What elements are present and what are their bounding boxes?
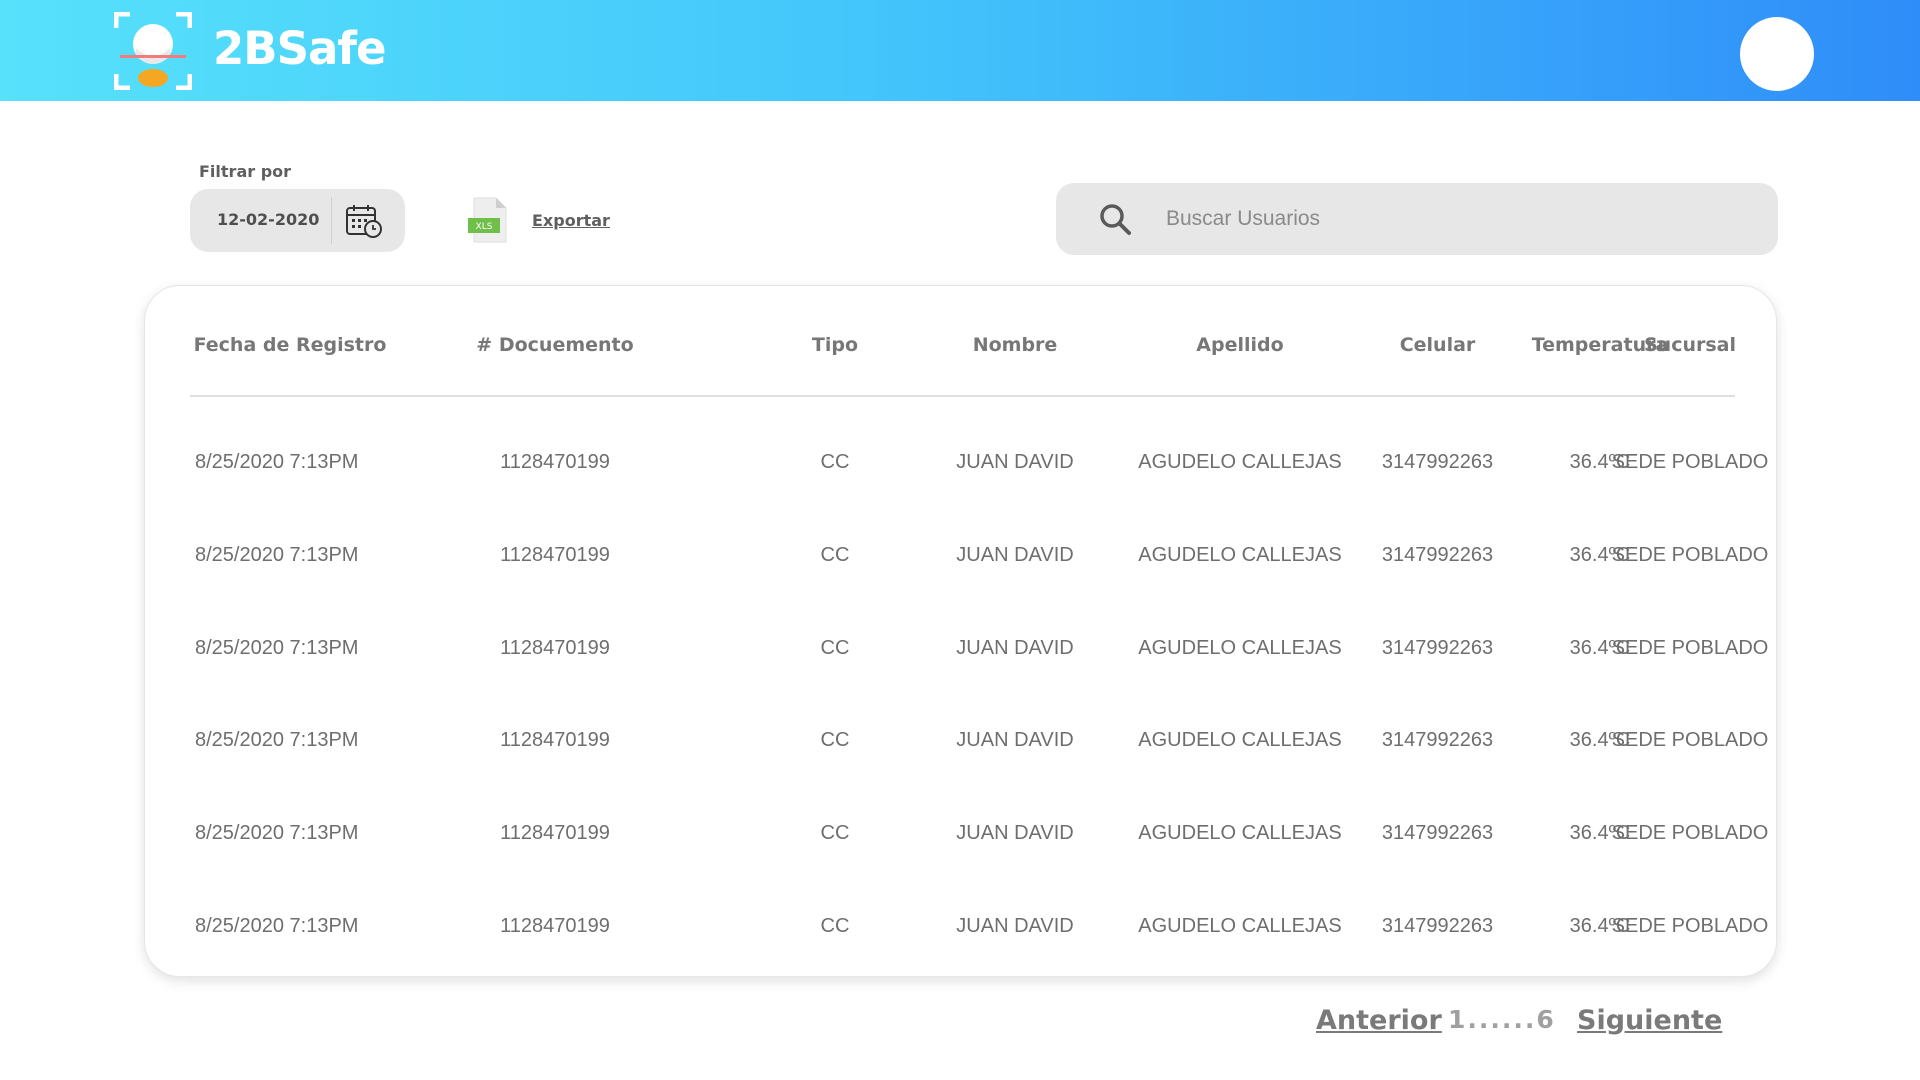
- cell-documento: 1128470199: [500, 822, 610, 844]
- face-scan-logo-icon: [114, 12, 192, 90]
- cell-fecha: 8/25/2020 7:13PM: [195, 451, 359, 473]
- table-header-divider: [190, 395, 1735, 397]
- column-header-documento[interactable]: # Docuemento: [435, 334, 675, 356]
- user-avatar[interactable]: [1740, 17, 1814, 91]
- date-filter-value: 12-02-2020: [217, 210, 320, 229]
- cell-sucursal: SEDE POBLADO: [1611, 451, 1769, 473]
- cell-sucursal: SEDE POBLADO: [1611, 915, 1769, 937]
- table-row[interactable]: 8/25/2020 7:13PM 1128470199 CC JUAN DAVID AG…: [145, 451, 1776, 491]
- date-filter-picker[interactable]: 12-02-2020: [190, 189, 405, 252]
- search-icon[interactable]: [1098, 202, 1132, 236]
- filter-label: Filtrar por: [199, 162, 292, 181]
- column-header-tipo[interactable]: Tipo: [785, 334, 885, 356]
- cell-documento: 1128470199: [500, 729, 610, 751]
- xls-badge-text: XLS: [476, 222, 493, 232]
- table-header: Fecha de Registro # Docuemento Tipo Nomb…: [145, 334, 1776, 364]
- cell-apellido: AGUDELO CALLEJAS: [1138, 637, 1342, 659]
- cell-apellido: AGUDELO CALLEJAS: [1138, 915, 1342, 937]
- cell-apellido: AGUDELO CALLEJAS: [1138, 451, 1342, 473]
- cell-apellido: AGUDELO CALLEJAS: [1138, 729, 1342, 751]
- cell-tipo: CC: [820, 544, 850, 566]
- cell-documento: 1128470199: [500, 915, 610, 937]
- date-picker-divider: [331, 197, 332, 244]
- cell-celular: 3147992263: [1381, 544, 1494, 566]
- cell-fecha: 8/25/2020 7:13PM: [195, 637, 359, 659]
- table-row[interactable]: 8/25/2020 7:13PM 1128470199 CC JUAN DAVID AG…: [145, 822, 1776, 862]
- cell-documento: 1128470199: [500, 544, 610, 566]
- cell-tipo: CC: [820, 637, 850, 659]
- cell-tipo: CC: [820, 451, 850, 473]
- cell-sucursal: SEDE POBLADO: [1611, 822, 1769, 844]
- table-row[interactable]: 8/25/2020 7:13PM 1128470199 CC JUAN DAVID AG…: [145, 544, 1776, 584]
- cell-nombre: JUAN DAVID: [956, 544, 1074, 566]
- cell-celular: 3147992263: [1381, 451, 1494, 473]
- brand-name: 2BSafe: [213, 22, 386, 75]
- cell-apellido: AGUDELO CALLEJAS: [1138, 544, 1342, 566]
- cell-fecha: 8/25/2020 7:13PM: [195, 729, 359, 751]
- cell-fecha: 8/25/2020 7:13PM: [195, 544, 359, 566]
- cell-sucursal: SEDE POBLADO: [1611, 729, 1769, 751]
- cell-celular: 3147992263: [1381, 637, 1494, 659]
- cell-tipo: CC: [820, 915, 850, 937]
- cell-tipo: CC: [820, 729, 850, 751]
- column-header-sucursal[interactable]: Sucursal: [1590, 334, 1790, 356]
- cell-documento: 1128470199: [500, 637, 610, 659]
- table-row[interactable]: 8/25/2020 7:13PM 1128470199 CC JUAN DAVID AG…: [145, 915, 1776, 955]
- cell-apellido: AGUDELO CALLEJAS: [1138, 822, 1342, 844]
- cell-celular: 3147992263: [1381, 915, 1494, 937]
- xls-file-icon[interactable]: XLS: [466, 196, 510, 244]
- calendar-clock-icon[interactable]: [345, 203, 383, 239]
- records-table: Fecha de Registro # Docuemento Tipo Nomb…: [144, 285, 1777, 977]
- cell-nombre: JUAN DAVID: [956, 915, 1074, 937]
- app-header: 2BSafe: [0, 0, 1920, 101]
- search-box: [1056, 183, 1778, 255]
- cell-sucursal: SEDE POBLADO: [1611, 544, 1769, 566]
- cell-documento: 1128470199: [500, 451, 610, 473]
- table-row[interactable]: 8/25/2020 7:13PM 1128470199 CC JUAN DAVID AG…: [145, 637, 1776, 677]
- cell-nombre: JUAN DAVID: [956, 729, 1074, 751]
- cell-celular: 3147992263: [1381, 822, 1494, 844]
- cell-nombre: JUAN DAVID: [956, 637, 1074, 659]
- export-link[interactable]: Exportar: [532, 211, 610, 230]
- page-range[interactable]: 1......6: [1448, 1005, 1556, 1034]
- pagination: Anterior 1......6 Siguiente: [0, 1005, 1920, 1045]
- cell-nombre: JUAN DAVID: [956, 451, 1074, 473]
- cell-sucursal: SEDE POBLADO: [1611, 637, 1769, 659]
- cell-fecha: 8/25/2020 7:13PM: [195, 915, 359, 937]
- cell-tipo: CC: [820, 822, 850, 844]
- column-header-nombre[interactable]: Nombre: [915, 334, 1115, 356]
- cell-fecha: 8/25/2020 7:13PM: [195, 822, 359, 844]
- cell-nombre: JUAN DAVID: [956, 822, 1074, 844]
- previous-page-link[interactable]: Anterior: [1316, 1005, 1442, 1036]
- column-header-celular[interactable]: Celular: [1360, 334, 1515, 356]
- column-header-apellido[interactable]: Apellido: [1125, 334, 1355, 356]
- table-row[interactable]: 8/25/2020 7:13PM 1128470199 CC JUAN DAVID AG…: [145, 729, 1776, 769]
- column-header-fecha[interactable]: Fecha de Registro: [160, 334, 420, 356]
- cell-celular: 3147992263: [1381, 729, 1494, 751]
- next-page-link[interactable]: Siguiente: [1577, 1005, 1722, 1036]
- search-input[interactable]: [1166, 197, 1746, 241]
